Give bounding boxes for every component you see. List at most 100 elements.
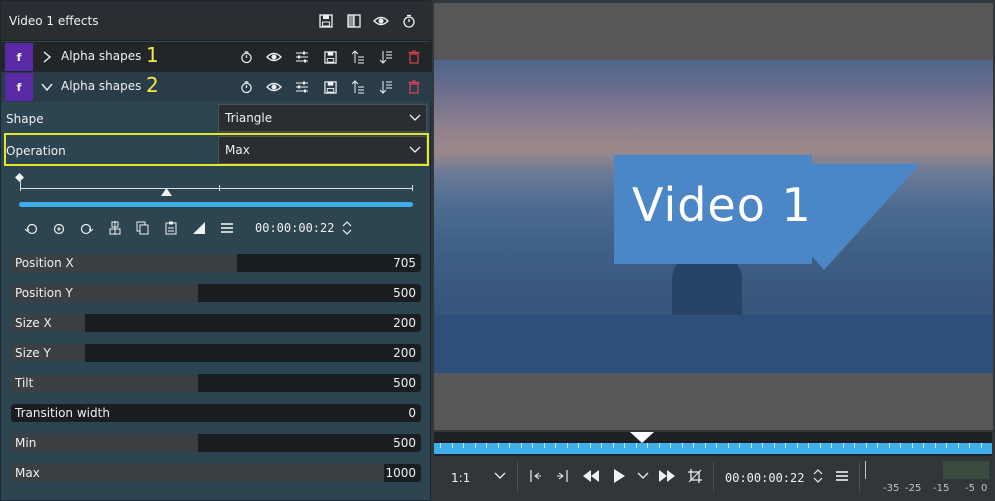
menu-icon[interactable] [218,219,236,237]
slider-label: Size X [15,316,52,330]
timecode-spin-icon[interactable] [340,219,354,237]
keyframe-timecode[interactable]: 00:00:00:22 [255,221,334,235]
rewind-icon[interactable] [581,466,601,486]
eye-icon[interactable] [266,79,282,95]
save-icon[interactable] [322,49,338,65]
slider-value[interactable]: 500 [393,436,416,450]
sliders-icon[interactable] [294,79,310,95]
effect-row[interactable]: f Alpha shapes 1 [1,42,432,72]
copy-icon[interactable] [134,219,152,237]
move-down-icon[interactable] [378,79,394,95]
interpolation-icon[interactable] [190,219,208,237]
set-zone-out-icon[interactable] [553,466,573,486]
keyframe-track[interactable] [19,202,413,207]
ruler-tick [475,443,476,448]
ruler-tick [912,443,913,448]
zoom-level[interactable]: 1:1 [451,471,470,485]
timer-icon[interactable] [401,13,417,29]
play-icon[interactable] [609,466,629,486]
monitor-timeline-ruler[interactable] [434,432,992,456]
ruler-tick [590,443,591,448]
chevron-right-icon[interactable] [41,50,53,64]
move-up-icon[interactable] [350,79,366,95]
set-zone-in-icon[interactable] [525,466,545,486]
eye-icon[interactable] [373,13,389,29]
ruler-tick [624,443,625,448]
toolbar-separator [859,462,860,492]
slider-value[interactable]: 705 [393,256,416,270]
timecode-spin-icon[interactable] [808,466,828,486]
audio-level-bar [865,461,866,479]
keyframe-playhead[interactable] [161,188,172,196]
play-options-chevron-icon[interactable] [633,466,653,486]
sliders-icon[interactable] [294,49,310,65]
slider-value[interactable]: 200 [393,346,416,360]
ruler-tick [728,443,729,448]
param-slider[interactable]: Transition width 0 [11,404,421,422]
menu-icon[interactable] [832,466,852,486]
param-slider[interactable]: Tilt 500 [11,374,421,392]
slider-label: Max [15,466,40,480]
ruler-tick [521,443,522,448]
param-slider[interactable]: Position Y 500 [11,284,421,302]
keyframe-ruler[interactable] [15,173,415,209]
chevron-down-icon[interactable] [41,80,53,94]
shape-label: Shape [6,112,44,126]
delete-icon[interactable] [406,79,422,95]
param-slider[interactable]: Size X 200 [11,314,421,332]
slider-value[interactable]: 500 [393,376,416,390]
param-slider[interactable]: Max 1000 [11,464,421,482]
param-slider[interactable]: Min 500 [11,434,421,452]
next-keyframe-icon[interactable] [78,219,96,237]
ruler-tick [751,443,752,448]
align-center-icon[interactable] [106,219,124,237]
slider-value[interactable]: 1000 [385,466,416,480]
slider-value[interactable]: 0 [408,406,416,420]
compare-split-icon[interactable] [346,13,362,29]
timer-icon[interactable] [238,79,254,95]
move-up-icon[interactable] [350,49,366,65]
slider-label: Size Y [15,346,51,360]
panel-title: Video 1 effects [9,14,99,28]
ruler-tick [670,443,671,448]
ruler-tick [774,443,775,448]
slider-value[interactable]: 500 [393,286,416,300]
param-slider[interactable]: Position X 705 [11,254,421,272]
fast-forward-icon[interactable] [657,466,677,486]
slider-label: Transition width [15,406,110,420]
save-icon[interactable] [322,79,338,95]
video-frame[interactable]: Video 1 [434,60,993,373]
ruler-tick [820,443,821,448]
ruler-bar [434,443,992,454]
zoom-dropdown-icon[interactable] [490,466,510,486]
ruler-tick [532,443,533,448]
ruler-tick [785,443,786,448]
monitor-timecode[interactable]: 00:00:00:22 [725,471,804,485]
ruler-tick [440,443,441,448]
ruler-tick [831,443,832,448]
crop-icon[interactable] [685,466,705,486]
paste-icon[interactable] [162,219,180,237]
move-down-icon[interactable] [378,49,394,65]
toolbar-separator [713,462,714,492]
add-keyframe-icon[interactable] [50,219,68,237]
eye-icon[interactable] [266,49,282,65]
timer-icon[interactable] [238,49,254,65]
ruler-tick [659,443,660,448]
ruler-tick [682,443,683,448]
slider-fill [11,434,198,452]
ruler-tick [486,443,487,448]
previous-keyframe-icon[interactable] [22,219,40,237]
slider-value[interactable]: 200 [393,316,416,330]
ruler-tick [601,443,602,448]
effect-name: Alpha shapes [61,79,142,93]
param-slider[interactable]: Size Y 200 [11,344,421,362]
save-stack-icon[interactable] [318,13,334,29]
shape-combobox[interactable]: Triangle [218,104,427,132]
ruler-tick [969,443,970,448]
audio-meter-label: -15 [933,483,950,494]
video-title-text: Video 1 [632,178,812,232]
monitor-playhead[interactable] [630,432,654,443]
effect-row[interactable]: f Alpha shapes 2 [1,72,432,102]
delete-icon[interactable] [406,49,422,65]
